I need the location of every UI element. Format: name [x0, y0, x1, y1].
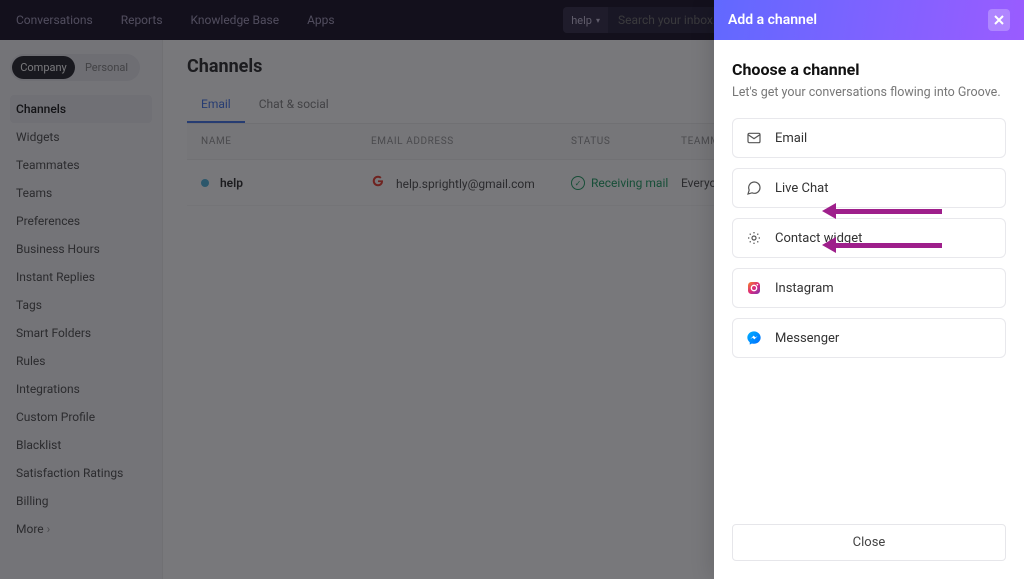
chat-icon: [745, 179, 763, 197]
channel-option-label: Email: [775, 131, 807, 146]
panel-footer: Close: [714, 510, 1024, 579]
panel-subtitle: Let's get your conversations flowing int…: [732, 85, 1006, 100]
panel-body: Choose a channel Let's get your conversa…: [714, 40, 1024, 510]
close-panel-button[interactable]: [988, 9, 1010, 31]
panel-header: Add a channel: [714, 0, 1024, 40]
annotation-arrow-messenger: [822, 240, 942, 250]
panel-title: Choose a channel: [732, 60, 1006, 79]
channel-option-label: Instagram: [775, 281, 834, 296]
channel-option-messenger[interactable]: Messenger: [732, 318, 1006, 358]
channel-option-instagram[interactable]: Instagram: [732, 268, 1006, 308]
close-button[interactable]: Close: [732, 524, 1006, 561]
email-icon: [745, 129, 763, 147]
panel-header-title: Add a channel: [728, 12, 817, 28]
channel-option-list: Email Live Chat Contact widget Instagram: [732, 118, 1006, 358]
widget-icon: [745, 229, 763, 247]
close-icon: [993, 14, 1005, 26]
channel-option-contact-widget[interactable]: Contact widget: [732, 218, 1006, 258]
channel-option-label: Live Chat: [775, 181, 828, 196]
add-channel-panel: Add a channel Choose a channel Let's get…: [714, 0, 1024, 579]
instagram-icon: [745, 279, 763, 297]
annotation-arrow-instagram: [822, 206, 942, 216]
channel-option-label: Messenger: [775, 331, 839, 346]
channel-option-live-chat[interactable]: Live Chat: [732, 168, 1006, 208]
channel-option-email[interactable]: Email: [732, 118, 1006, 158]
messenger-icon: [745, 329, 763, 347]
